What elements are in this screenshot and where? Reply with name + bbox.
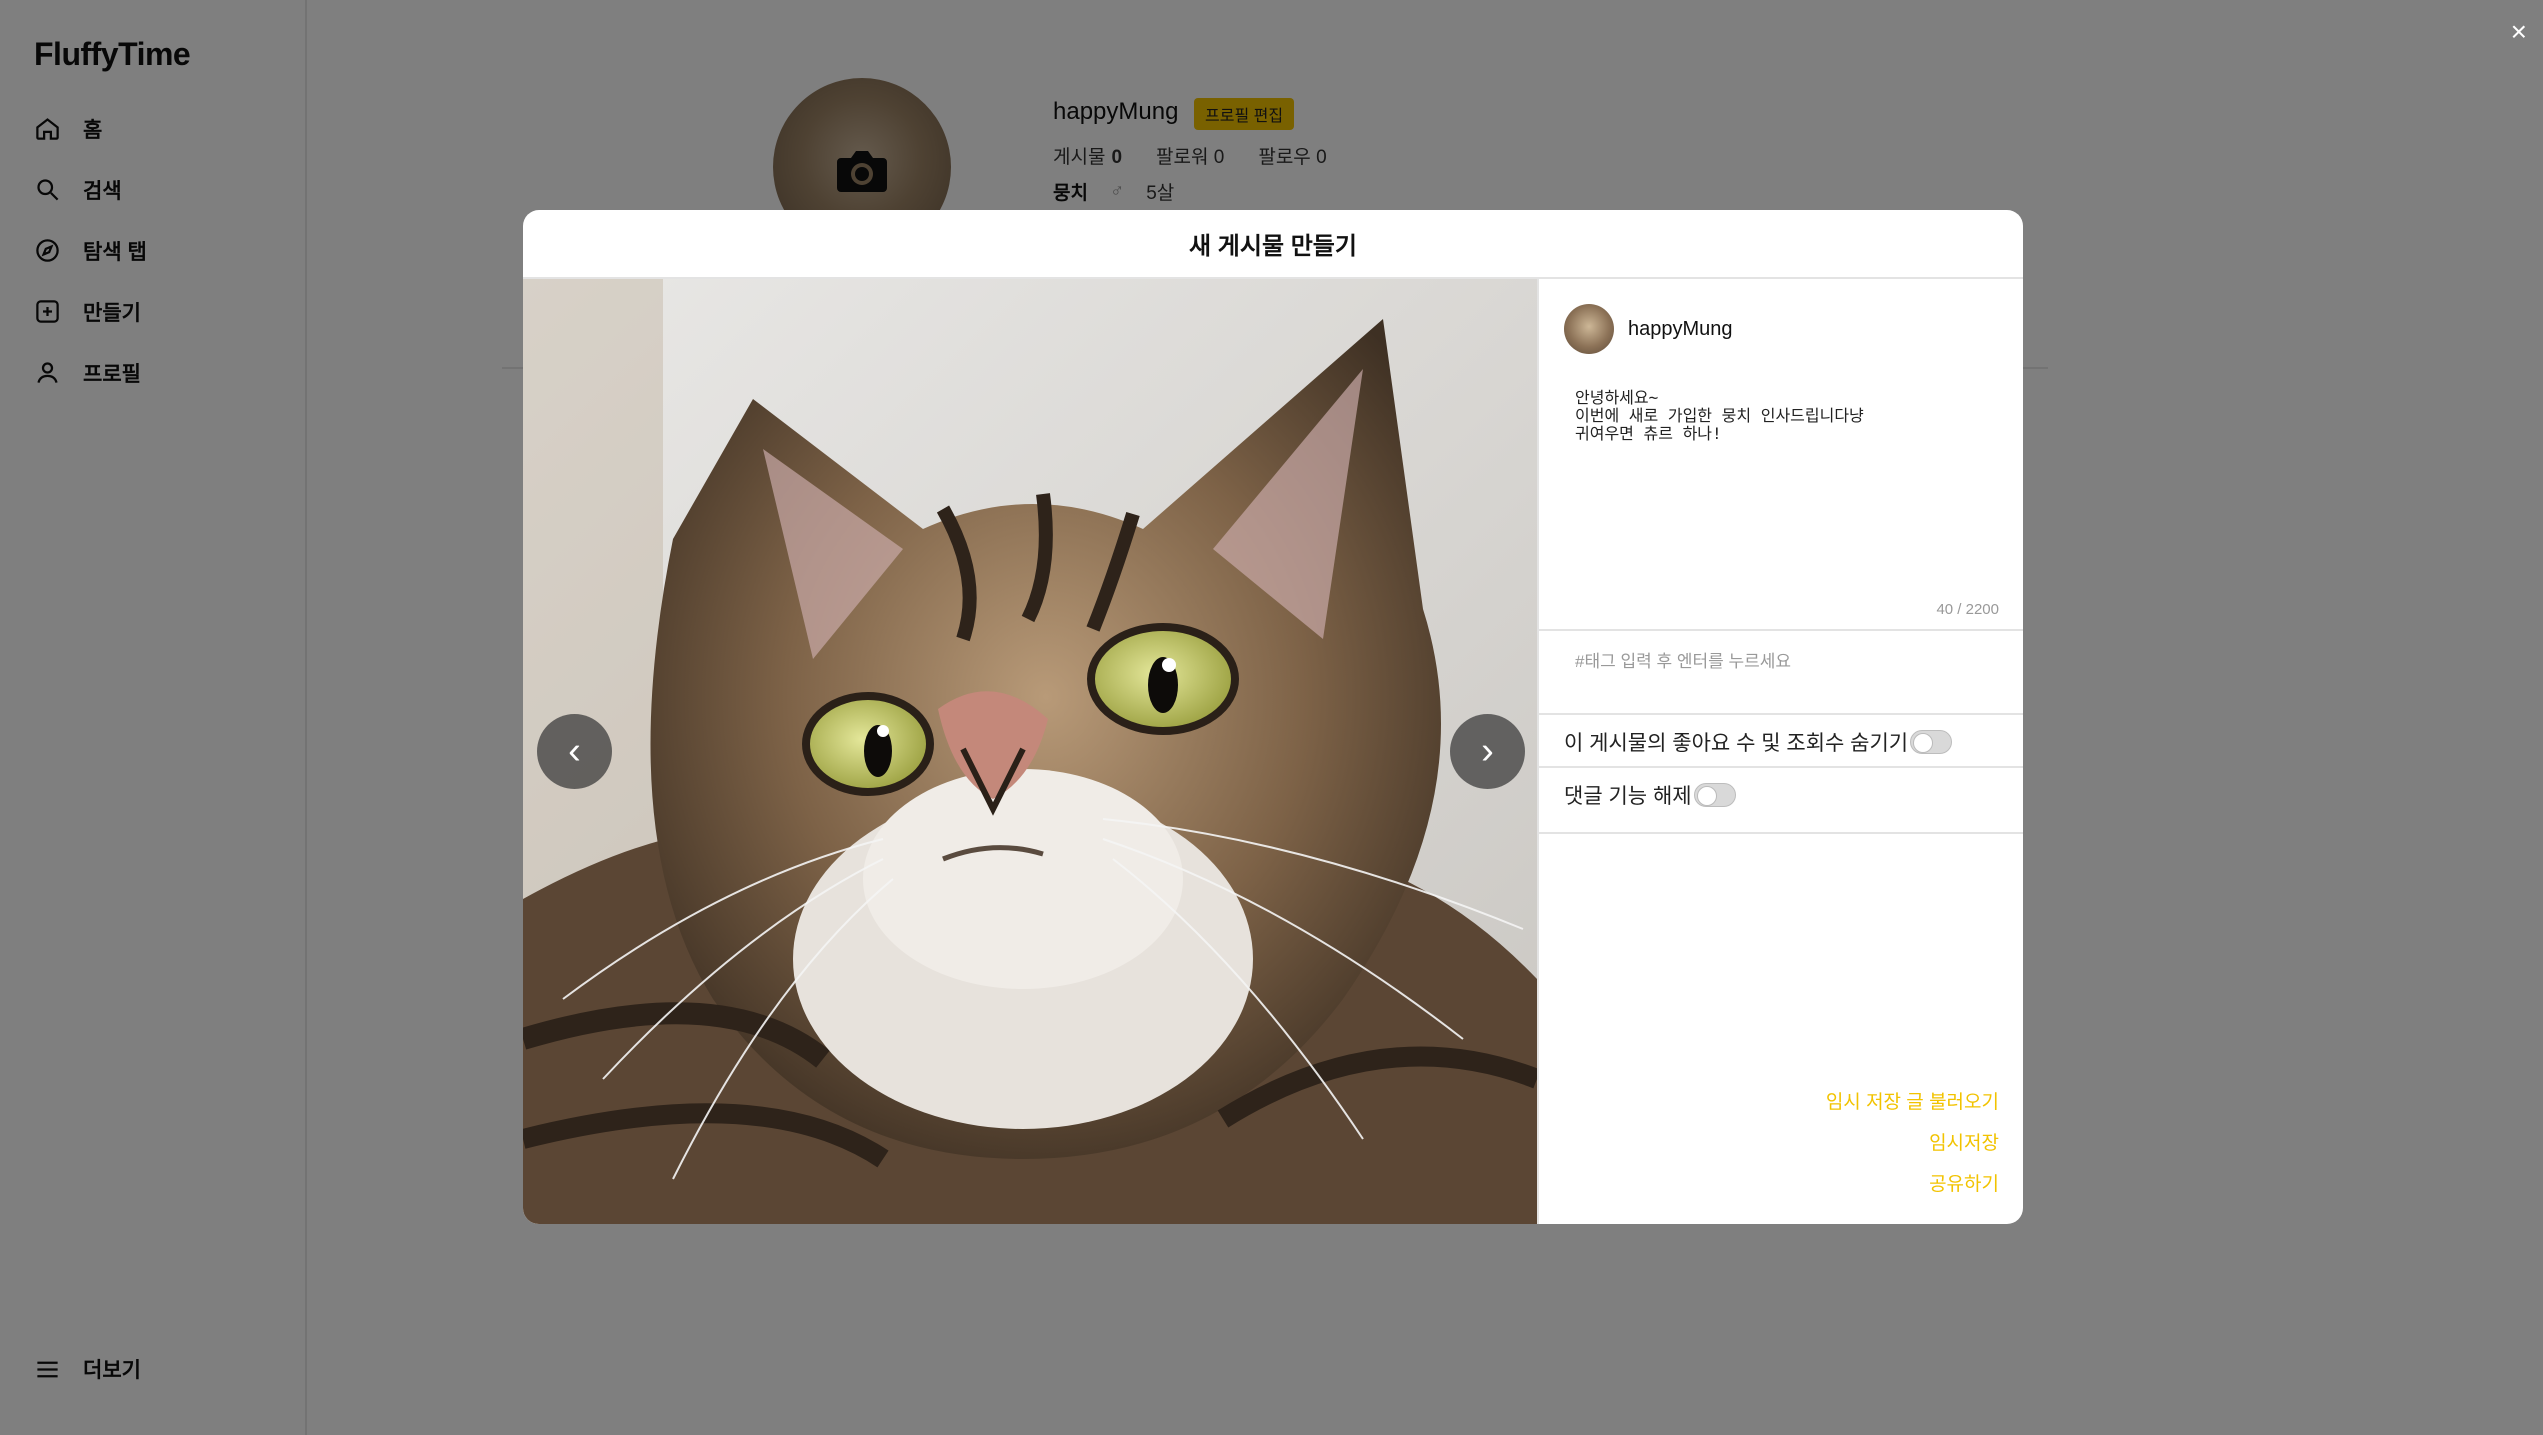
save-draft-button[interactable]: 임시저장 [1826, 1128, 1999, 1155]
author-name: happyMung [1628, 317, 1733, 340]
disable-comments-label: 댓글 기능 해제 [1564, 785, 1692, 808]
close-icon[interactable]: × [2511, 18, 2527, 46]
author-avatar [1564, 304, 1614, 354]
disable-comments-option: 댓글 기능 해제 [1564, 780, 1736, 810]
prev-image-button[interactable]: ‹ [537, 714, 612, 789]
cat-photo [523, 279, 1537, 1224]
create-post-modal: 새 게시물 만들기 ‹ › happyMung 안녕하세요~ 이번에 새로 가입… [523, 210, 2023, 1224]
share-button[interactable]: 공유하기 [1826, 1169, 1999, 1196]
caption-textarea[interactable] [1575, 389, 1995, 589]
char-counter: 40 / 2200 [1936, 601, 1999, 618]
hide-likes-label: 이 게시물의 좋아요 수 및 조회수 숨기기 [1564, 732, 1909, 755]
post-actions: 임시 저장 글 불러오기 임시저장 공유하기 [1826, 1087, 1999, 1210]
post-author: happyMung [1564, 304, 1733, 354]
modal-title: 새 게시물 만들기 [523, 210, 2023, 279]
divider [1539, 629, 2023, 631]
tag-input[interactable] [1575, 652, 1995, 672]
divider [1539, 713, 2023, 715]
photo-preview: ‹ › [523, 279, 1537, 1224]
divider [1539, 832, 2023, 834]
hide-likes-option: 이 게시물의 좋아요 수 및 조회수 숨기기 [1564, 727, 1953, 757]
divider [1539, 766, 2023, 768]
hide-likes-toggle[interactable] [1910, 730, 1953, 754]
load-draft-button[interactable]: 임시 저장 글 불러오기 [1826, 1087, 1999, 1114]
post-settings-panel: happyMung 40 / 2200 이 게시물의 좋아요 수 및 조회수 숨… [1537, 279, 2023, 1224]
disable-comments-toggle[interactable] [1693, 783, 1736, 807]
next-image-button[interactable]: › [1450, 714, 1525, 789]
